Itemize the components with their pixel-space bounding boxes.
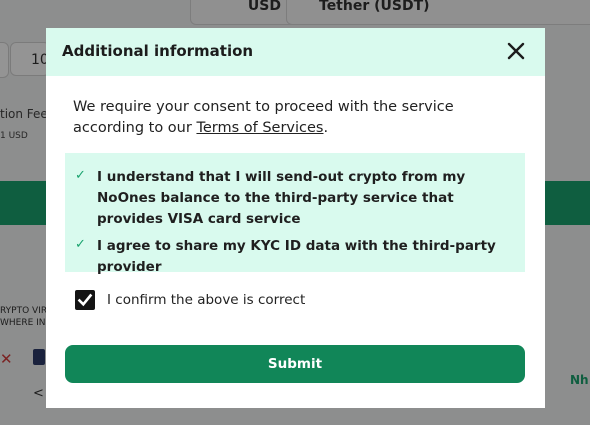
terms-of-services-link[interactable]: Terms of Services bbox=[196, 120, 323, 136]
modal-title: Additional information bbox=[62, 42, 254, 60]
close-button[interactable] bbox=[506, 41, 526, 61]
term-text: I understand that I will send-out crypto… bbox=[97, 169, 466, 227]
check-icon: ✓ bbox=[75, 237, 86, 252]
check-icon: ✓ bbox=[75, 168, 86, 183]
consent-text-suffix: . bbox=[323, 120, 329, 136]
term-text: I agree to share my KYC ID data with the… bbox=[97, 238, 496, 275]
confirm-checkbox[interactable] bbox=[75, 290, 95, 310]
submit-button[interactable]: Submit bbox=[65, 345, 525, 383]
terms-list: ✓ I understand that I will send-out cryp… bbox=[65, 153, 525, 275]
checkmark-icon bbox=[77, 293, 93, 307]
consent-text: We require your consent to proceed with … bbox=[73, 97, 513, 139]
confirm-label[interactable]: I confirm the above is correct bbox=[107, 292, 305, 308]
close-icon bbox=[507, 42, 525, 60]
modal-header: Additional information bbox=[46, 28, 545, 76]
additional-info-modal: Additional information We require your c… bbox=[46, 28, 545, 408]
